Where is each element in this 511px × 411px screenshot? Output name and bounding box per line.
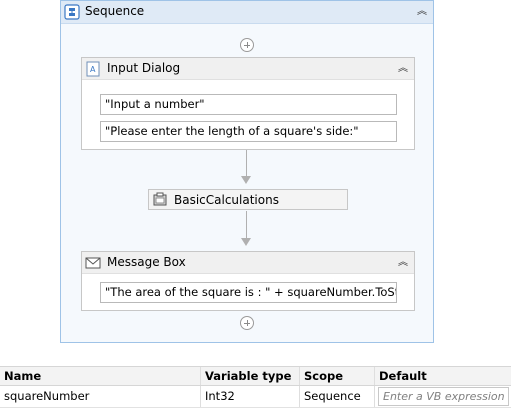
input-dialog-header[interactable]: A Input Dialog ︽ <box>82 58 414 80</box>
sequence-header[interactable]: Sequence ︽ <box>61 1 433 24</box>
message-box-header[interactable]: Message Box ︽ <box>82 252 414 274</box>
workflow-icon <box>153 192 167 206</box>
sequence-collapse-icon[interactable]: ︽ <box>415 5 429 19</box>
variables-header-row: Name Variable type Scope Default <box>0 366 511 386</box>
input-dialog-title: Input Dialog <box>107 61 181 75</box>
input-dialog-title-field[interactable]: "Input a number" <box>100 94 397 115</box>
variable-type-cell[interactable]: Int32 <box>201 386 300 407</box>
variables-panel: Name Variable type Scope Default squareN… <box>0 366 511 411</box>
sequence-icon <box>64 4 80 20</box>
envelope-icon <box>85 257 101 269</box>
table-row[interactable]: squareNumber Int32 Sequence Enter a VB e… <box>0 386 511 408</box>
sequence-title: Sequence <box>85 4 145 18</box>
column-header-name[interactable]: Name <box>0 367 201 385</box>
sequence-container[interactable]: Sequence ︽ A Input Dialog ︽ "Input a num… <box>60 0 434 343</box>
variable-scope-cell[interactable]: Sequence <box>300 386 375 407</box>
connector-line <box>246 150 247 177</box>
column-header-default[interactable]: Default <box>375 367 511 385</box>
message-box-text-field[interactable]: "The area of the square is : " + squareN… <box>100 282 397 303</box>
message-box-collapse-icon[interactable]: ︽ <box>396 256 410 270</box>
connector-line <box>246 211 247 239</box>
column-header-scope[interactable]: Scope <box>300 367 375 385</box>
basic-calculations-activity[interactable]: BasicCalculations <box>148 189 348 210</box>
svg-text:A: A <box>90 65 96 74</box>
basic-calculations-title: BasicCalculations <box>174 193 279 207</box>
input-dialog-icon: A <box>86 61 100 77</box>
input-dialog-activity[interactable]: A Input Dialog ︽ "Input a number" "Pleas… <box>81 57 415 150</box>
add-activity-bottom-button[interactable] <box>240 316 254 330</box>
message-box-activity[interactable]: Message Box ︽ "The area of the square is… <box>81 251 415 311</box>
column-header-variable-type[interactable]: Variable type <box>201 367 300 385</box>
message-box-title: Message Box <box>107 255 186 269</box>
connector-arrow <box>241 176 251 184</box>
input-dialog-label-field[interactable]: "Please enter the length of a square's s… <box>100 121 397 142</box>
connector-arrow <box>241 238 251 246</box>
variable-name-cell[interactable]: squareNumber <box>0 386 201 407</box>
input-dialog-collapse-icon[interactable]: ︽ <box>396 62 410 76</box>
variable-default-input[interactable]: Enter a VB expression <box>378 387 509 406</box>
add-activity-top-button[interactable] <box>240 38 254 52</box>
